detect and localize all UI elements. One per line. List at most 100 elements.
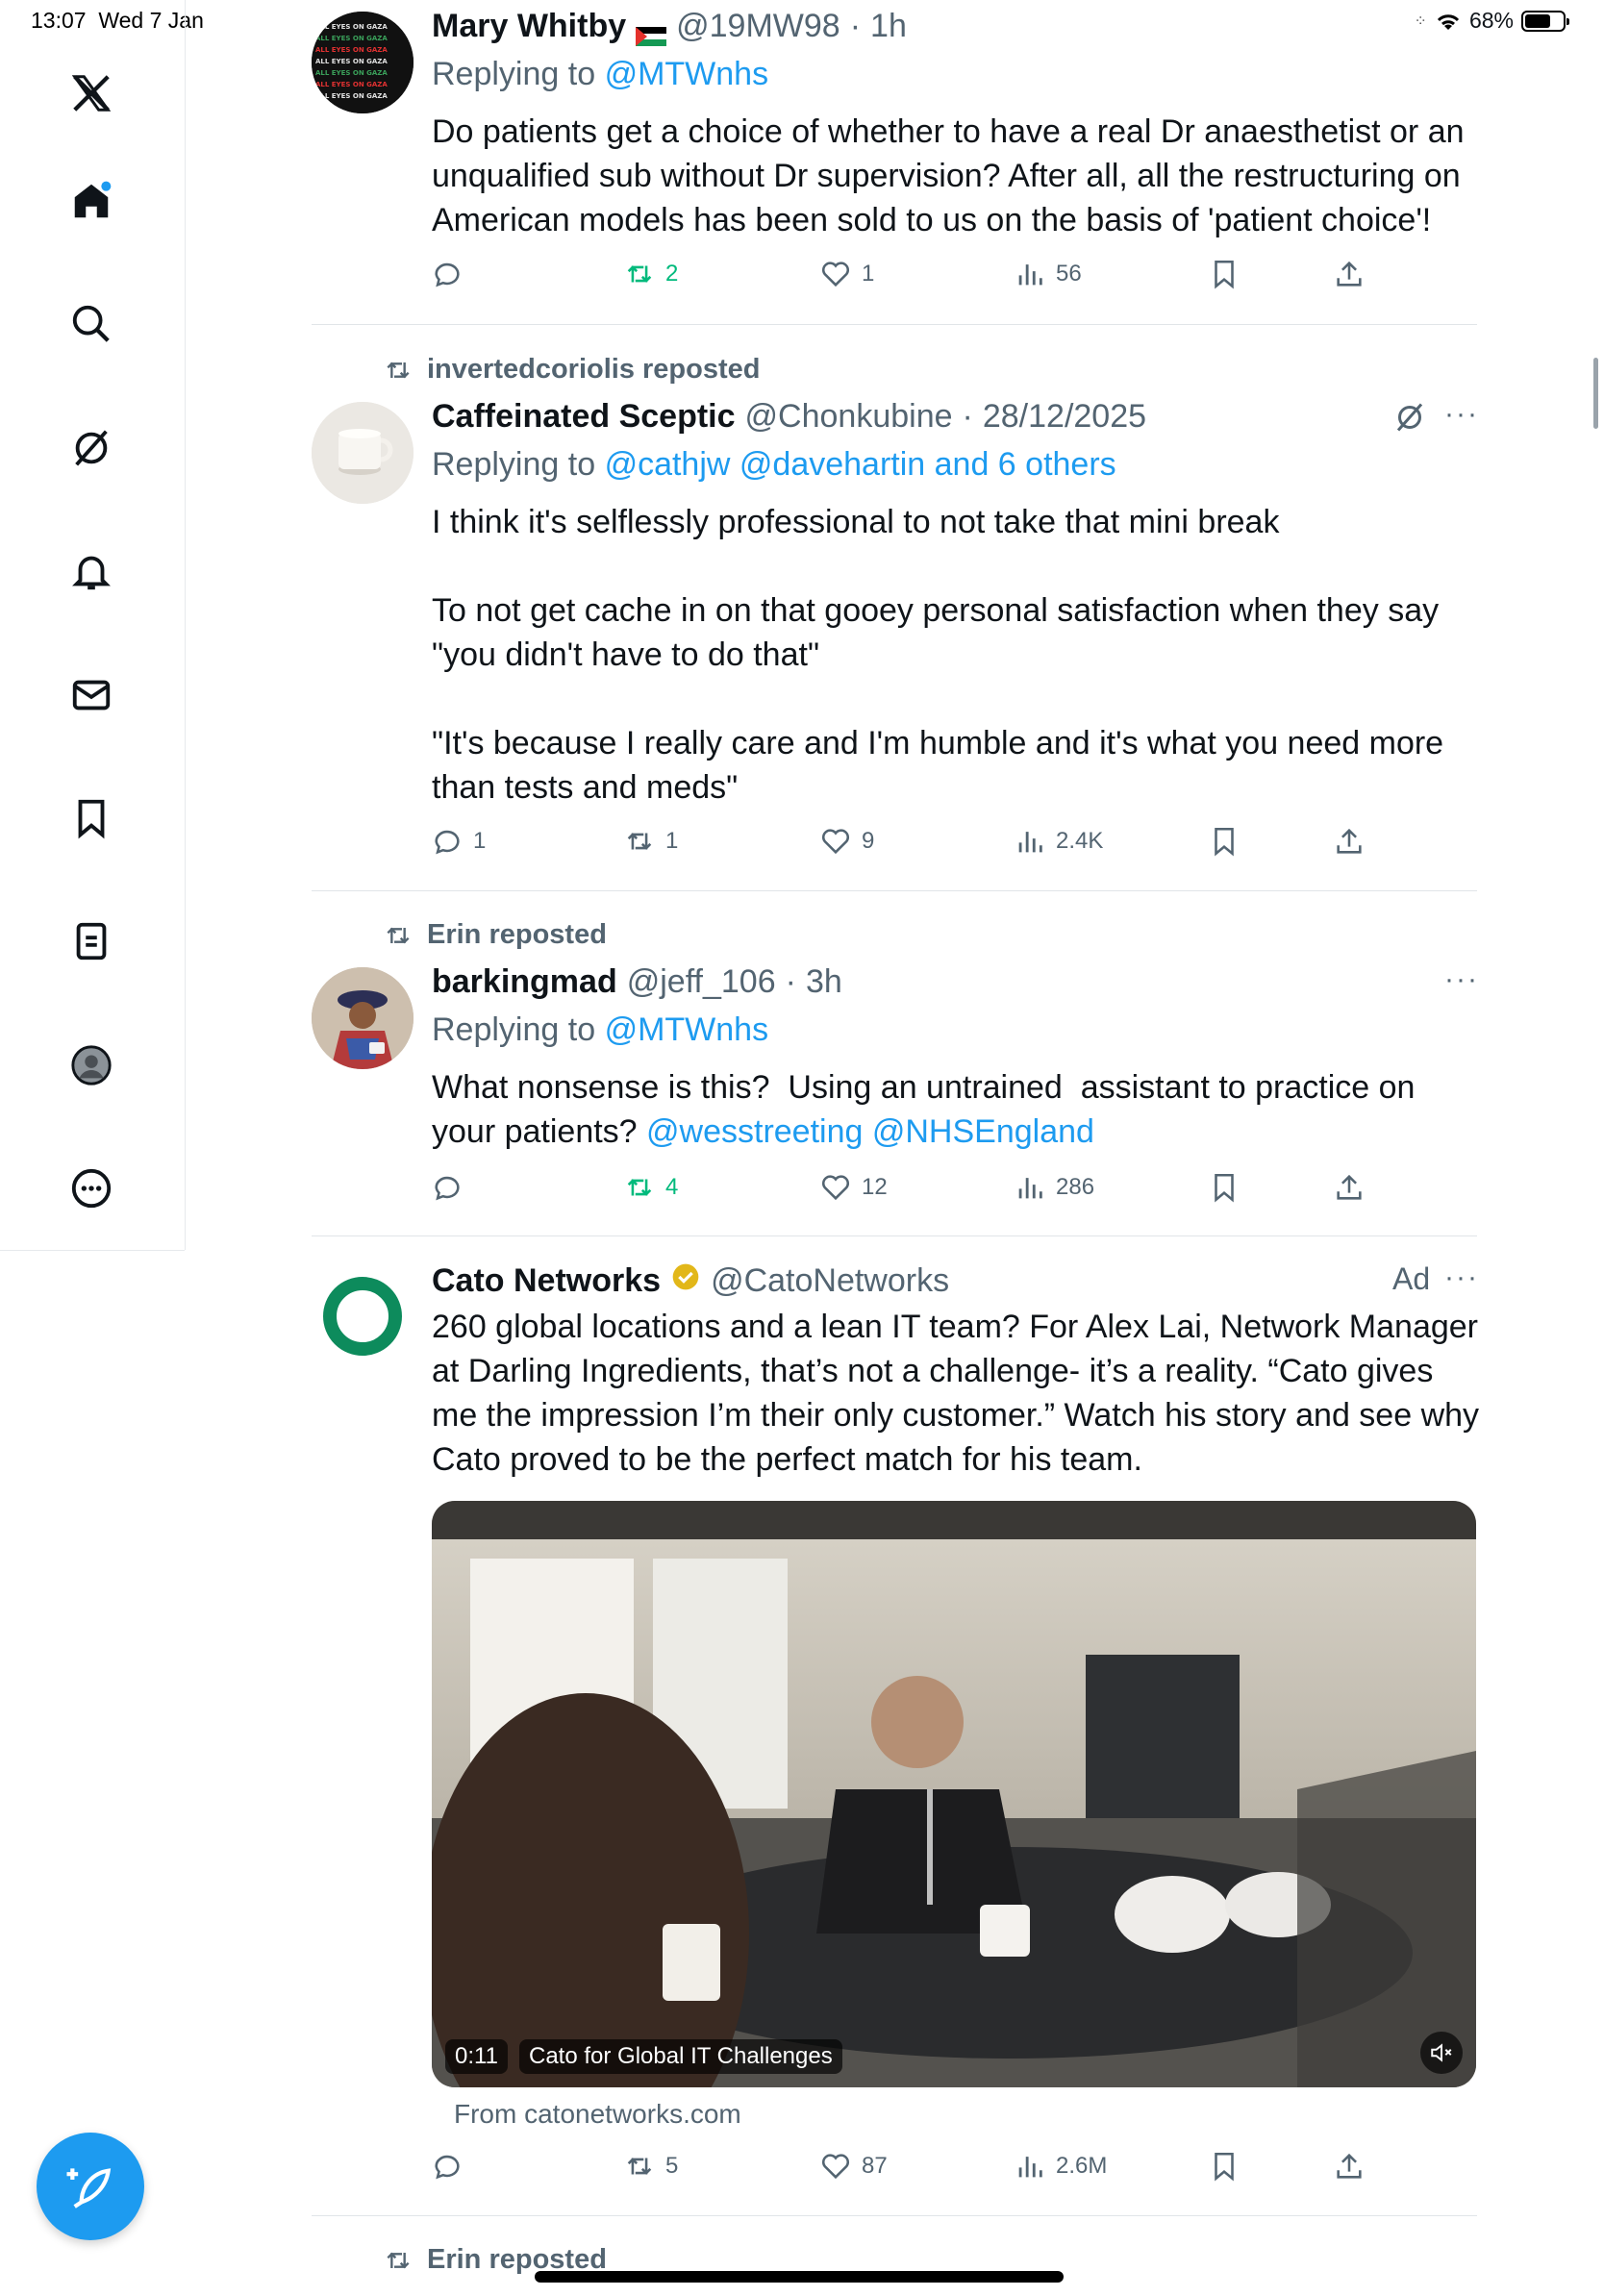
author-name[interactable]: Caffeinated Sceptic [432, 398, 736, 436]
heart-icon [821, 2154, 850, 2180]
avatar[interactable] [312, 1265, 414, 1367]
repost-icon [387, 927, 410, 943]
like-button[interactable]: 87 [819, 2150, 888, 2183]
svg-text:ALL EYES ON GAZA: ALL EYES ON GAZA [315, 92, 388, 100]
home-icon[interactable] [63, 173, 119, 229]
repost-context[interactable]: invertedcoriolis reposted [383, 354, 761, 386]
tweet-divider [312, 2215, 1477, 2216]
avatar[interactable]: ALL EYES ON GAZA ALL EYES ON GAZA ALL EY… [312, 12, 414, 113]
reply-button[interactable] [431, 2150, 473, 2183]
author-handle[interactable]: @Chonkubine [745, 398, 953, 436]
repost-button[interactable]: 2 [623, 258, 678, 290]
reply-button[interactable]: 1 [431, 825, 486, 858]
more-options-icon[interactable]: ··· [1444, 398, 1479, 431]
avatar[interactable] [312, 967, 414, 1069]
lists-icon[interactable] [63, 913, 119, 969]
tweet-actions: 5 87 2.6M [431, 2150, 1392, 2188]
svg-text:ALL EYES ON GAZA: ALL EYES ON GAZA [315, 35, 388, 42]
replying-to: Replying to @cathjw @davehartin and 6 ot… [432, 446, 1116, 483]
tweet-divider [312, 324, 1477, 325]
tweet-time[interactable]: 3h [806, 963, 842, 1001]
reply-mention-link[interactable]: @MTWnhs [605, 1011, 769, 1048]
author-handle[interactable]: @19MW98 [676, 8, 840, 45]
share-button[interactable] [1333, 258, 1366, 290]
like-button[interactable]: 9 [819, 825, 874, 858]
tweet-actions: 2 1 56 [431, 258, 1392, 296]
bookmark-button[interactable] [1208, 1171, 1241, 1204]
home-indicator[interactable] [535, 2271, 1064, 2283]
tweet-actions: 1 1 9 2.4K [431, 825, 1392, 863]
repost-context[interactable]: Erin reposted [383, 919, 607, 951]
heart-icon [821, 829, 850, 855]
grok-icon[interactable] [1392, 400, 1427, 439]
author-name[interactable]: barkingmad [432, 963, 617, 1001]
video-player[interactable]: 0:11 Cato for Global IT Challenges [432, 1501, 1476, 2087]
video-title: Cato for Global IT Challenges [519, 2039, 842, 2074]
ad-source-link[interactable]: From catonetworks.com [454, 2099, 741, 2130]
search-icon[interactable] [63, 296, 119, 352]
reply-mention-link[interactable]: @MTWnhs [605, 56, 769, 92]
share-button[interactable] [1333, 2150, 1366, 2183]
ad-label: Ad [1392, 1261, 1431, 1296]
reply-button[interactable] [431, 1171, 473, 1204]
bookmark-button[interactable] [1208, 258, 1241, 290]
author-handle[interactable]: @jeff_106 [627, 963, 776, 1001]
views-icon [1018, 264, 1042, 286]
reply-button[interactable] [431, 258, 473, 290]
heart-icon [821, 262, 850, 287]
avatar[interactable] [312, 402, 414, 504]
tweet-actions: 4 12 286 [431, 1171, 1392, 1210]
like-button[interactable]: 12 [819, 1171, 888, 1204]
reply-icon [435, 830, 460, 855]
tweet-time[interactable]: 28/12/2025 [983, 398, 1146, 436]
svg-text:ALL EYES ON GAZA: ALL EYES ON GAZA [315, 69, 388, 77]
views-button[interactable]: 2.6M [1014, 2150, 1107, 2183]
views-icon [1018, 1178, 1042, 1199]
tweet-divider [312, 1235, 1477, 1236]
status-right: ⁘ 68% [1414, 8, 1569, 34]
verified-badge-icon [670, 1261, 701, 1301]
views-button[interactable]: 2.4K [1014, 825, 1103, 858]
tweet-text: What nonsense is this? Using an untraine… [432, 1069, 1424, 1150]
bookmark-icon [1215, 1173, 1234, 1203]
author-handle[interactable]: @CatoNetworks [711, 1262, 949, 1300]
bookmark-button[interactable] [1208, 2150, 1241, 2183]
share-icon [1337, 261, 1362, 287]
reply-mention-link[interactable]: @cathjw @davehartin and 6 others [605, 446, 1116, 483]
more-icon[interactable] [63, 1160, 119, 1216]
author-name[interactable]: Mary Whitby [432, 8, 626, 45]
mention-links[interactable]: @wesstreeting @NHSEngland [646, 1113, 1094, 1150]
views-button[interactable]: 286 [1014, 1171, 1094, 1204]
share-button[interactable] [1333, 1171, 1366, 1204]
scrollbar-thumb[interactable] [1593, 358, 1598, 429]
repost-button[interactable]: 1 [623, 825, 678, 858]
mute-button[interactable] [1420, 2032, 1463, 2074]
more-options-icon[interactable]: ··· [1444, 963, 1479, 996]
share-icon [1337, 2153, 1362, 2179]
tweet-header: Caffeinated Sceptic @Chonkubine · 28/12/… [432, 398, 1147, 436]
views-icon [1018, 832, 1042, 853]
bookmarks-icon[interactable] [63, 790, 119, 846]
views-button[interactable]: 56 [1014, 258, 1082, 290]
tweet-time[interactable]: 1h [870, 8, 907, 45]
like-button[interactable]: 1 [819, 258, 874, 290]
repost-icon [627, 1179, 652, 1196]
compose-feather-icon [66, 2168, 112, 2209]
repost-button[interactable]: 5 [623, 2150, 678, 2183]
messages-icon[interactable] [63, 667, 119, 723]
heart-icon [821, 1175, 850, 1201]
signal-icon: ⁘ [1414, 12, 1427, 30]
repost-icon [387, 362, 410, 378]
grok-icon[interactable] [63, 420, 119, 476]
x-logo-icon[interactable] [63, 65, 119, 121]
author-name[interactable]: Cato Networks [432, 1262, 661, 1300]
compose-post-button[interactable] [37, 2133, 144, 2240]
replying-to: Replying to @MTWnhs [432, 56, 769, 92]
profile-icon[interactable] [63, 1037, 119, 1093]
bookmark-button[interactable] [1208, 825, 1241, 858]
share-button[interactable] [1333, 825, 1366, 858]
palestine-flag-icon [636, 17, 667, 46]
more-options-icon[interactable]: ··· [1444, 1261, 1479, 1294]
notifications-icon[interactable] [63, 543, 119, 599]
repost-button[interactable]: 4 [623, 1171, 678, 1204]
